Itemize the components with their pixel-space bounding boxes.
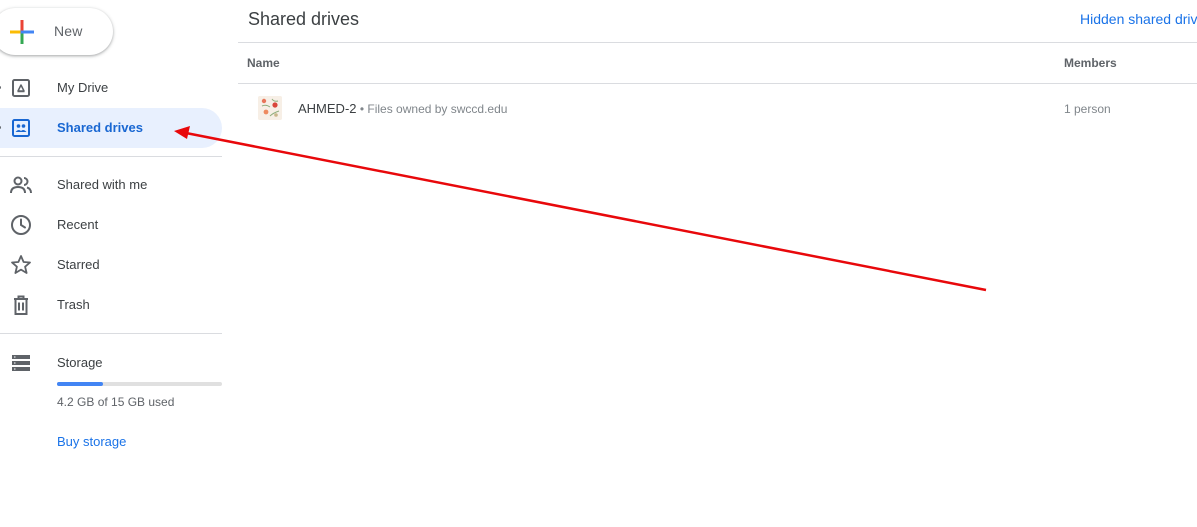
clock-icon — [9, 213, 33, 237]
sidebar-item-label: Recent — [57, 217, 99, 232]
sidebar-item-label: Trash — [57, 297, 90, 312]
hidden-shared-drives-link[interactable]: Hidden shared drives — [1080, 11, 1197, 27]
sidebar-divider — [0, 333, 222, 334]
sidebar-item-label: Starred — [57, 257, 100, 272]
storage-progress-bar — [57, 382, 222, 386]
drive-owner-note: • Files owned by swccd.edu — [356, 102, 508, 116]
header-divider — [238, 42, 1197, 43]
sidebar-item-label: Shared with me — [57, 177, 148, 192]
column-header-name[interactable]: Name — [247, 56, 280, 70]
trash-icon — [9, 293, 33, 317]
sidebar-item-starred[interactable]: Starred — [0, 245, 222, 285]
new-button[interactable]: New — [0, 8, 113, 55]
sidebar-divider — [0, 156, 222, 157]
drive-name: AHMED-2 — [298, 101, 357, 116]
shared-drive-thumbnail — [258, 96, 282, 120]
buy-storage-link[interactable]: Buy storage — [57, 434, 126, 449]
storage-progress-fill — [57, 382, 104, 386]
main-content: Shared drives Hidden shared drives Name … — [238, 0, 1197, 527]
plus-icon — [10, 20, 34, 44]
sidebar-item-label: Storage — [57, 355, 103, 370]
drive-name-cell: AHMED-2 • Files owned by swccd.edu — [298, 101, 507, 116]
sidebar-item-label: Shared drives — [57, 120, 143, 135]
sidebar-item-recent[interactable]: Recent — [0, 205, 222, 245]
expand-marker[interactable] — [0, 86, 1, 89]
shared-drives-icon — [9, 116, 33, 140]
sidebar-item-storage[interactable]: Storage — [0, 343, 222, 383]
page-title: Shared drives — [248, 9, 360, 29]
storage-icon — [9, 351, 33, 375]
star-icon — [9, 253, 33, 277]
sidebar: New My Drive Shared drives Shared with m… — [0, 0, 222, 527]
expand-marker[interactable] — [0, 126, 1, 129]
my-drive-icon — [9, 76, 33, 100]
sidebar-item-my-drive[interactable]: My Drive — [0, 68, 222, 108]
drive-members: 1 person — [1064, 102, 1111, 116]
people-icon — [9, 173, 33, 197]
sidebar-item-shared-with-me[interactable]: Shared with me — [0, 165, 222, 205]
sidebar-item-trash[interactable]: Trash — [0, 285, 222, 325]
table-row[interactable]: AHMED-2 • Files owned by swccd.edu 1 per… — [238, 84, 1197, 132]
storage-used-text: 4.2 GB of 15 GB used — [57, 395, 175, 409]
new-button-label: New — [54, 23, 83, 39]
sidebar-item-label: My Drive — [57, 80, 109, 95]
sidebar-item-shared-drives[interactable]: Shared drives — [0, 108, 222, 148]
column-header-members[interactable]: Members — [1064, 56, 1117, 70]
